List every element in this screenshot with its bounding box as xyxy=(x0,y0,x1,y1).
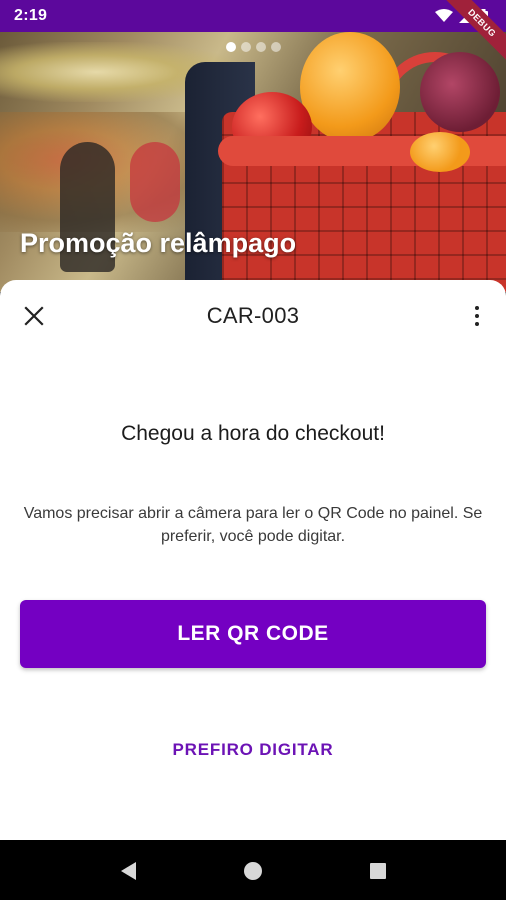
carousel-dot[interactable] xyxy=(226,42,236,52)
home-icon[interactable] xyxy=(243,862,262,880)
type-code-button[interactable]: PREFIRO DIGITAR xyxy=(0,740,506,760)
status-bar: 2:19 DEBUG xyxy=(0,0,506,65)
back-icon[interactable] xyxy=(120,862,136,880)
orange-image xyxy=(300,32,400,142)
more-vert-icon[interactable] xyxy=(470,304,484,328)
promo-banner[interactable]: Promoção relâmpago xyxy=(0,32,506,292)
system-nav-bar xyxy=(0,842,506,900)
checkout-heading: Chegou a hora do checkout! xyxy=(121,422,385,445)
carousel-dot[interactable] xyxy=(271,42,281,52)
carousel-indicator xyxy=(226,42,281,52)
grapes-image xyxy=(420,52,500,132)
checkout-description: Vamos precisar abrir a câmera para ler o… xyxy=(23,505,483,545)
checkout-bottom-sheet: CAR-003 Chegou a hora do checkout! Vamos… xyxy=(0,280,506,840)
orange-image xyxy=(410,132,470,172)
banner-title: Promoção relâmpago xyxy=(20,228,297,258)
carousel-dot[interactable] xyxy=(256,42,266,52)
sheet-header: CAR-003 xyxy=(0,280,506,352)
recent-apps-icon[interactable] xyxy=(369,863,386,879)
banner-background-person xyxy=(130,142,180,222)
carousel-dot[interactable] xyxy=(241,42,251,52)
wifi-icon xyxy=(435,9,453,22)
close-icon[interactable] xyxy=(22,304,46,328)
status-time: 2:19 xyxy=(14,7,48,24)
read-qr-code-button[interactable]: LER QR CODE xyxy=(20,600,486,668)
cart-id-title: CAR-003 xyxy=(206,303,300,328)
